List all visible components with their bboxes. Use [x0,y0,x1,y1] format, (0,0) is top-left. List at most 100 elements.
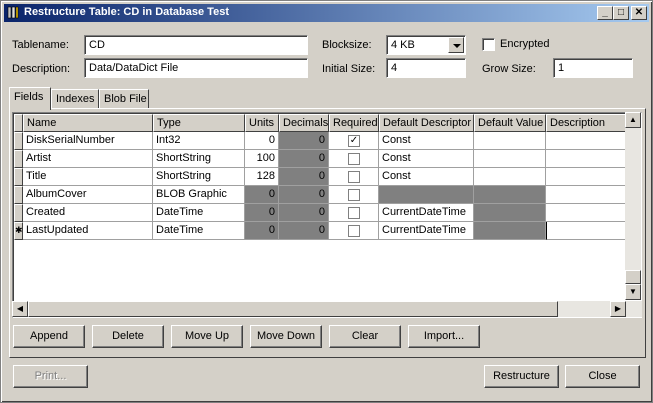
chevron-down-icon[interactable] [448,37,464,53]
cell-description[interactable] [546,186,626,204]
cell-name[interactable]: DiskSerialNumber [23,132,153,150]
required-checkbox[interactable] [348,225,360,237]
cell-decimals: 0 [279,222,329,240]
tab-indexes-label: Indexes [56,93,95,105]
cell-name[interactable]: Title [23,168,153,186]
move-down-button[interactable]: Move Down [250,325,322,348]
horizontal-scroll-thumb[interactable] [28,301,558,317]
cell-default-descriptor[interactable]: CurrentDateTime [379,222,474,240]
cell-required[interactable] [329,150,379,168]
row-indicator[interactable] [14,186,23,204]
cell-description[interactable] [546,150,626,168]
initial-size-label: Initial Size: [322,63,376,75]
clear-button[interactable]: Clear [329,325,401,348]
row-indicator[interactable] [14,132,23,150]
tab-blob-file[interactable]: Blob File [99,89,149,109]
column-header-type[interactable]: Type [153,114,245,132]
column-header-description[interactable]: Description [546,114,626,132]
cell-default-descriptor[interactable]: CurrentDateTime [379,204,474,222]
grow-size-input[interactable] [553,58,633,78]
column-header-decimals[interactable]: Decimals [279,114,329,132]
row-indicator[interactable] [14,168,23,186]
required-checkbox[interactable] [348,189,360,201]
horizontal-scrollbar[interactable]: ◀ ▶ [12,301,642,317]
cell-default-descriptor[interactable]: Const [379,132,474,150]
cell-required[interactable]: ✓ [329,132,379,150]
cell-required[interactable] [329,204,379,222]
move-up-button[interactable]: Move Up [171,325,243,348]
delete-button[interactable]: Delete [92,325,164,348]
cell-default-value [474,222,546,240]
scroll-up-icon[interactable]: ▲ [625,112,641,128]
maximize-button[interactable]: □ [613,6,629,20]
vertical-scrollbar[interactable]: ▲ ▼ [625,112,641,300]
current-row-indicator[interactable]: ✱ [14,222,23,240]
cell-type[interactable]: ShortString [153,150,245,168]
cell-default-value[interactable] [474,168,546,186]
import-button[interactable]: Import... [408,325,480,348]
required-checkbox[interactable] [348,207,360,219]
cell-type[interactable]: DateTime [153,204,245,222]
column-header-name[interactable]: Name [23,114,153,132]
cell-type[interactable]: DateTime [153,222,245,240]
cell-default-descriptor[interactable]: Const [379,150,474,168]
scroll-right-icon[interactable]: ▶ [610,301,626,317]
restructure-button[interactable]: Restructure [484,365,559,388]
cell-default-value [474,186,546,204]
tab-fields[interactable]: Fields [9,87,51,110]
cell-name[interactable]: Created [23,204,153,222]
tablename-input[interactable] [84,35,308,55]
required-checkbox-checked[interactable]: ✓ [348,135,360,147]
blocksize-select[interactable]: 4 KB [386,35,466,55]
cell-type[interactable]: BLOB Graphic [153,186,245,204]
cell-units[interactable]: 0 [245,132,279,150]
cell-name[interactable]: AlbumCover [23,186,153,204]
vertical-scroll-thumb[interactable] [625,270,641,284]
required-checkbox[interactable] [348,171,360,183]
cell-default-value[interactable] [474,132,546,150]
scroll-down-icon[interactable]: ▼ [625,284,641,300]
app-icon [7,6,19,19]
print-button[interactable]: Print... [13,365,88,388]
cell-required[interactable] [329,222,379,240]
restructure-table-window: Restructure Table: CD in Database Test _… [0,0,653,403]
cell-description[interactable] [546,204,626,222]
window-title: Restructure Table: CD in Database Test [24,6,229,18]
cell-description-editing[interactable] [546,222,626,240]
cell-required[interactable] [329,186,379,204]
fields-grid[interactable]: Name Type Units Decimals Required Defaul… [12,112,642,318]
append-button[interactable]: Append [13,325,85,348]
cell-description[interactable] [546,132,626,150]
minimize-button[interactable]: _ [597,6,613,20]
tablename-label: Tablename: [12,39,69,51]
description-input[interactable] [84,58,308,78]
cell-description[interactable] [546,168,626,186]
column-header-default-value[interactable]: Default Value [474,114,546,132]
column-header-units[interactable]: Units [245,114,279,132]
description-label: Description: [12,63,71,75]
scroll-left-icon[interactable]: ◀ [12,301,28,317]
cell-type[interactable]: ShortString [153,168,245,186]
cell-required[interactable] [329,168,379,186]
close-window-button[interactable]: ✕ [631,6,647,20]
title-bar[interactable]: Restructure Table: CD in Database Test _… [4,4,649,22]
close-button[interactable]: Close [565,365,640,388]
cell-type[interactable]: Int32 [153,132,245,150]
cell-default-value[interactable] [474,150,546,168]
grow-size-label: Grow Size: [482,63,536,75]
cell-units: 0 [245,186,279,204]
column-header-default-descriptor[interactable]: Default Descriptor [379,114,474,132]
row-indicator[interactable] [14,150,23,168]
tab-indexes[interactable]: Indexes [51,89,99,109]
cell-name[interactable]: LastUpdated [23,222,153,240]
row-indicator[interactable] [14,204,23,222]
encrypted-checkbox[interactable] [482,38,495,51]
cell-units[interactable]: 128 [245,168,279,186]
cell-units[interactable]: 100 [245,150,279,168]
column-header-required[interactable]: Required [329,114,379,132]
initial-size-input[interactable] [386,58,466,78]
cell-name[interactable]: Artist [23,150,153,168]
required-checkbox[interactable] [348,153,360,165]
cell-default-descriptor[interactable]: Const [379,168,474,186]
cell-units: 0 [245,222,279,240]
